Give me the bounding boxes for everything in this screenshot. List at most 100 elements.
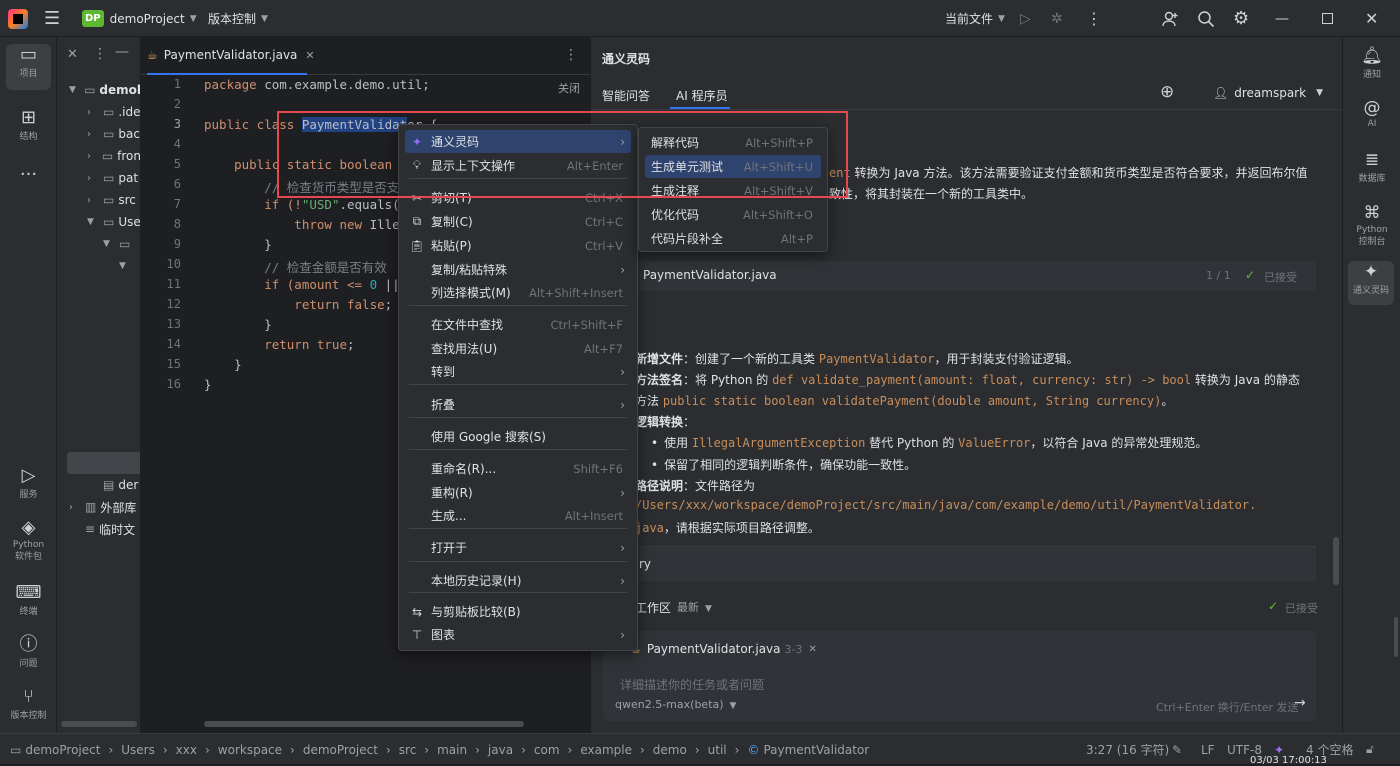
breadcrumb-item[interactable]: demoProject bbox=[303, 743, 378, 757]
code-line-7[interactable]: if (!"USD".equals(c bbox=[204, 197, 407, 212]
breadcrumb-item[interactable]: util bbox=[708, 743, 727, 757]
submenu-item[interactable]: 生成注释 Alt+Shift+V bbox=[645, 179, 821, 202]
context-menu-item[interactable]: 折叠 › bbox=[405, 393, 631, 416]
code-line-8[interactable]: throw new Illeg bbox=[204, 217, 407, 232]
python-packages-tool-button[interactable]: ◈ Python 软件包 bbox=[0, 517, 57, 563]
tree-item[interactable]: ▼ bbox=[57, 255, 140, 277]
tab-options-icon[interactable]: ⋮ bbox=[564, 47, 578, 63]
context-menu-item[interactable]: 转到 › bbox=[405, 360, 631, 383]
user-menu[interactable]: 👤︎ dreamspark ▼ bbox=[1213, 86, 1323, 100]
horizontal-scrollbar[interactable] bbox=[204, 721, 524, 727]
breadcrumb-item[interactable]: main bbox=[437, 743, 467, 757]
remove-chip-icon[interactable]: ✕ bbox=[808, 644, 816, 655]
model-selector[interactable]: qwen2.5-max(beta) ▼ bbox=[615, 698, 736, 711]
breadcrumb-item[interactable]: demo bbox=[653, 743, 687, 757]
tree-root[interactable]: ▼ ▭ demol bbox=[57, 79, 140, 101]
more-tools-button[interactable]: ... bbox=[0, 159, 57, 181]
code-line-9[interactable]: } bbox=[204, 237, 272, 252]
breadcrumb-item[interactable]: PaymentValidator bbox=[763, 743, 869, 757]
tree-item[interactable]: › ▭ bac bbox=[57, 123, 140, 145]
vertical-scrollbar[interactable] bbox=[1333, 537, 1339, 585]
caret-position[interactable]: 3:27 (16 字符) bbox=[1086, 734, 1169, 765]
context-menu-item[interactable]: 💡︎ 显示上下文操作 Alt+Enter bbox=[405, 154, 631, 177]
problems-tool-button[interactable]: ⓘ 问题 bbox=[0, 634, 57, 669]
tree-item[interactable]: › ▭ pat bbox=[57, 167, 140, 189]
terminal-tool-button[interactable]: ⌨ 终端 bbox=[0, 582, 57, 617]
tab-ai-programmer[interactable]: AI 程序员 bbox=[676, 87, 728, 104]
database-tool-button[interactable]: ≣ 数据库 bbox=[1343, 149, 1400, 184]
context-menu-item[interactable]: 打开于 › bbox=[405, 536, 631, 559]
debug-icon[interactable]: ✲ bbox=[1051, 0, 1063, 37]
context-menu-item[interactable]: 重构(R) › bbox=[405, 481, 631, 504]
breadcrumb-item[interactable]: workspace bbox=[218, 743, 282, 757]
main-menu-icon[interactable]: ☰ bbox=[44, 0, 60, 37]
services-tool-button[interactable]: ▷ 服务 bbox=[0, 465, 57, 500]
close-icon[interactable]: ✕ bbox=[1365, 0, 1378, 37]
workspace-filter[interactable]: 最新 ▼ bbox=[677, 599, 712, 615]
project-tool-button[interactable]: ▭ 项目 bbox=[6, 44, 51, 90]
tree-item[interactable]: › ▭ src bbox=[57, 189, 140, 211]
options-icon[interactable]: ⋮ bbox=[93, 46, 107, 62]
context-menu-item[interactable]: 在文件中查找 Ctrl+Shift+F bbox=[405, 313, 631, 336]
collapse-icon[interactable]: ✕ bbox=[67, 47, 78, 62]
ai-tool-button[interactable]: @ AI bbox=[1343, 97, 1400, 129]
run-icon[interactable]: ▷ bbox=[1020, 0, 1031, 37]
code-line-11[interactable]: if (amount <= 0 || bbox=[204, 277, 399, 292]
context-menu-item[interactable]: ⧉ 复制(C) Ctrl+C bbox=[405, 210, 631, 233]
code-line-12[interactable]: return false; bbox=[204, 297, 392, 312]
submenu-item[interactable]: 优化代码 Alt+Shift+O bbox=[645, 203, 821, 226]
code-line-5[interactable]: public static boolean v bbox=[204, 157, 407, 172]
tree-item[interactable]: ≡ 临时文 bbox=[57, 518, 140, 540]
vcs-menu[interactable]: 版本控制 ▼ bbox=[208, 0, 268, 37]
context-menu-item[interactable]: ⇆ 与剪贴板比较(B) bbox=[405, 600, 631, 623]
more-actions-icon[interactable]: ⋮ bbox=[1086, 0, 1102, 37]
tongyi-tool-button[interactable]: ✦ 通义灵码 bbox=[1348, 261, 1394, 305]
breadcrumb-item[interactable]: Users bbox=[121, 743, 155, 757]
horizontal-scrollbar[interactable] bbox=[61, 721, 137, 727]
code-line-1[interactable]: package com.example.demo.util; bbox=[204, 77, 430, 92]
context-menu-item[interactable]: 重命名(R)... Shift+F6 bbox=[405, 457, 631, 480]
file-change-card[interactable]: PaymentValidator.java 1 / 1 ✓ 已接受 bbox=[621, 261, 1316, 291]
chat-input-box[interactable]: ☕ PaymentValidator.java 3-3 ✕ 详细描述你的任务或者… bbox=[603, 631, 1316, 721]
breadcrumb-item[interactable]: src bbox=[399, 743, 417, 757]
tree-item[interactable]: ▼ ▭ bbox=[57, 233, 140, 255]
history-row[interactable]: ry bbox=[603, 546, 1316, 581]
breadcrumb-item[interactable]: example bbox=[580, 743, 632, 757]
notifications-tool-button[interactable]: 🔔︎ 通知 bbox=[1343, 45, 1400, 80]
context-menu-item[interactable]: ✦ 通义灵码 › bbox=[405, 130, 631, 153]
code-line-13[interactable]: } bbox=[204, 317, 272, 332]
run-config-selector[interactable]: 当前文件 ▼ bbox=[945, 0, 1005, 37]
minimize-icon[interactable]: — bbox=[1275, 0, 1289, 37]
file-chip[interactable]: ☕ PaymentValidator.java 3-3 ✕ bbox=[625, 639, 823, 659]
editor-tab[interactable]: ☕ PaymentValidator.java ✕ bbox=[147, 37, 315, 75]
structure-tool-button[interactable]: ⊞ 结构 bbox=[0, 107, 57, 142]
hide-icon[interactable]: — bbox=[115, 44, 129, 60]
vcs-tool-button[interactable]: ⑂ 版本控制 bbox=[0, 686, 57, 721]
jetbrains-logo-icon[interactable] bbox=[8, 0, 28, 37]
context-menu-item[interactable]: 列选择模式(M) Alt+Shift+Insert bbox=[405, 281, 631, 304]
maximize-icon[interactable] bbox=[1322, 0, 1333, 37]
search-icon[interactable] bbox=[1197, 0, 1215, 37]
context-menu-item[interactable]: ✂ 剪切(T) Ctrl+X bbox=[405, 186, 631, 209]
close-hint-label[interactable]: 关闭 bbox=[558, 80, 580, 96]
submenu-item[interactable]: 解释代码 Alt+Shift+P bbox=[645, 131, 821, 154]
selected-tree-row[interactable] bbox=[67, 452, 140, 474]
tree-item[interactable]: › ▭ .ide bbox=[57, 101, 140, 123]
breadcrumb-item[interactable]: com bbox=[534, 743, 560, 757]
project-switcher[interactable]: DP demoProject ▼ bbox=[82, 0, 197, 37]
close-tab-icon[interactable]: ✕ bbox=[305, 49, 314, 62]
readonly-toggle-icon[interactable]: ✎ bbox=[1172, 734, 1182, 765]
lock-icon[interactable]: 🔓︎ bbox=[1366, 734, 1374, 765]
new-chat-icon[interactable]: ⊕ bbox=[1160, 82, 1174, 102]
context-menu-item[interactable]: 使用 Google 搜索(S) bbox=[405, 425, 631, 448]
context-menu-item[interactable]: 📋︎ 粘贴(P) Ctrl+V bbox=[405, 234, 631, 257]
breadcrumb-item[interactable]: xxx bbox=[176, 743, 197, 757]
code-line-15[interactable]: } bbox=[204, 357, 242, 372]
tree-item[interactable]: ▼ ▭ Use bbox=[57, 211, 140, 233]
context-menu-item[interactable]: 生成... Alt+Insert bbox=[405, 504, 631, 527]
tree-item[interactable]: › ▭ fron bbox=[57, 145, 140, 167]
code-line-10[interactable]: // 检查金额是否有效 bbox=[204, 257, 387, 276]
tab-smart-qa[interactable]: 智能问答 bbox=[602, 87, 650, 104]
context-menu-item[interactable]: 查找用法(U) Alt+F7 bbox=[405, 337, 631, 360]
vertical-scrollbar[interactable] bbox=[1394, 617, 1398, 657]
